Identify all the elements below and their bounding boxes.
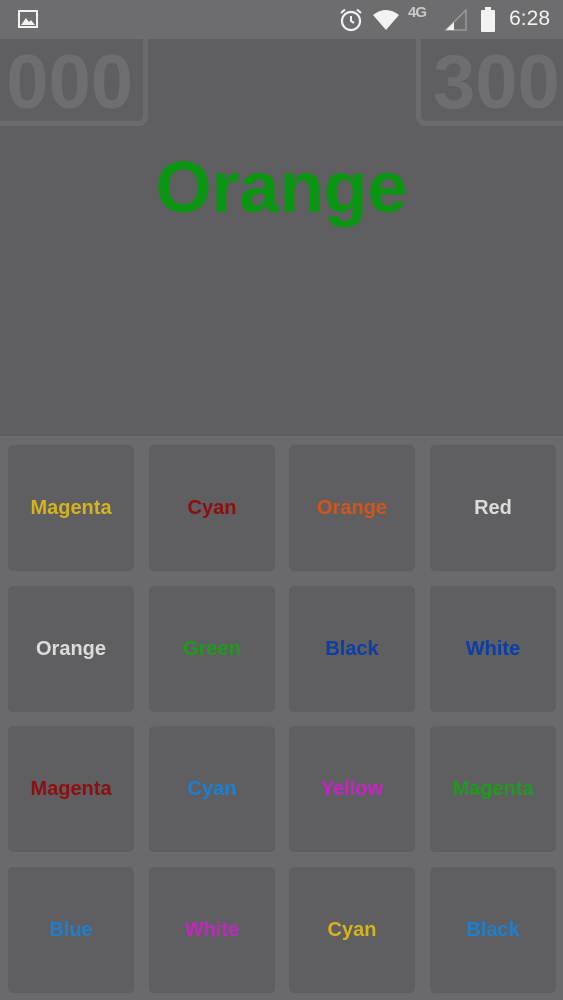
color-tile[interactable]: Cyan bbox=[149, 445, 275, 571]
color-tile[interactable]: Magenta bbox=[8, 726, 134, 852]
score-right: 300 bbox=[416, 39, 563, 126]
wifi-icon bbox=[373, 10, 399, 30]
color-tile[interactable]: Orange bbox=[8, 586, 134, 712]
clock-time: 6:28 bbox=[509, 7, 550, 30]
color-tile[interactable]: Black bbox=[430, 867, 556, 993]
color-tile[interactable]: Magenta bbox=[430, 726, 556, 852]
color-tile[interactable]: White bbox=[149, 867, 275, 993]
signal-icon bbox=[444, 9, 467, 31]
score-left: 000 bbox=[0, 39, 148, 126]
network-type-label: 4G bbox=[408, 4, 427, 21]
color-tile[interactable]: White bbox=[430, 586, 556, 712]
color-tile[interactable]: Cyan bbox=[289, 867, 415, 993]
color-tile[interactable]: Yellow bbox=[289, 726, 415, 852]
color-tile[interactable]: Blue bbox=[8, 867, 134, 993]
color-tile[interactable]: Green bbox=[149, 586, 275, 712]
battery-icon bbox=[481, 7, 495, 32]
target-word: Orange bbox=[155, 148, 408, 228]
image-icon bbox=[18, 10, 38, 28]
alarm-icon bbox=[340, 8, 362, 32]
color-tile[interactable]: Red bbox=[430, 445, 556, 571]
color-tile[interactable]: Magenta bbox=[8, 445, 134, 571]
color-tile[interactable]: Black bbox=[289, 586, 415, 712]
color-tile[interactable]: Cyan bbox=[149, 726, 275, 852]
color-tile[interactable]: Orange bbox=[289, 445, 415, 571]
status-bar: 4G 6:28 bbox=[0, 0, 563, 39]
